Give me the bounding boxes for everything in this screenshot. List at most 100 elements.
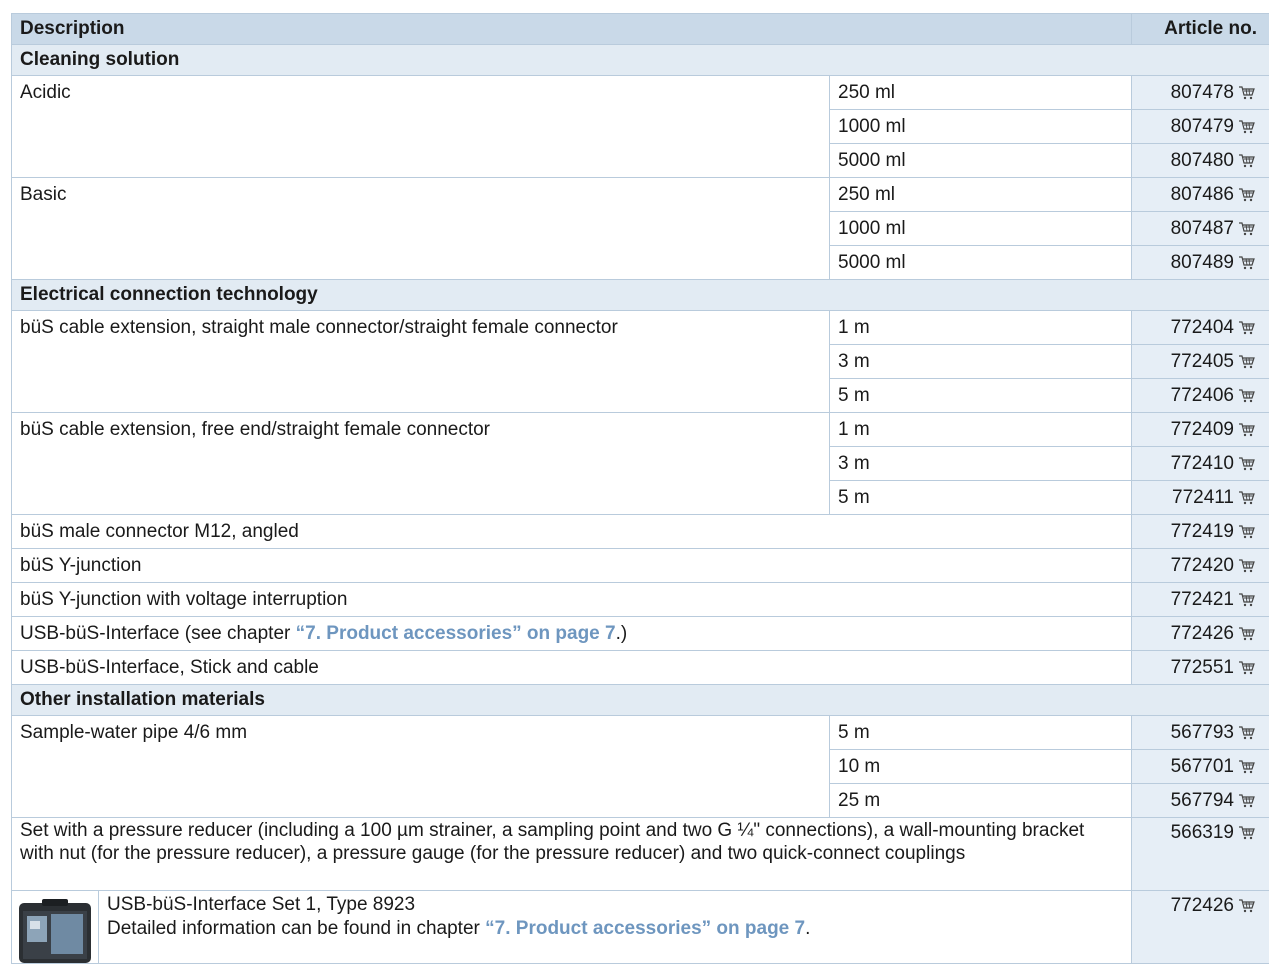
shopping-cart-icon[interactable] <box>1238 119 1255 134</box>
shopping-cart-icon[interactable] <box>1238 354 1255 369</box>
shopping-cart-icon[interactable] <box>1238 456 1255 471</box>
article-number[interactable]: 772404 <box>1171 317 1234 338</box>
section-header-row: Electrical connection technology <box>12 280 1269 311</box>
article-number[interactable]: 772551 <box>1171 657 1234 678</box>
article-number[interactable]: 772406 <box>1171 385 1234 406</box>
description-text: USB-büS-Interface (see chapter <box>20 623 296 644</box>
shopping-cart-icon[interactable] <box>1238 422 1255 437</box>
item-size: 1000 ml <box>830 110 1132 144</box>
set-row-content: USB-büS-Interface Set 1, Type 8923Detail… <box>12 891 1131 963</box>
shopping-cart-icon[interactable] <box>1238 793 1255 808</box>
chapter-link[interactable]: “7. Product accessories” on page 7 <box>296 623 616 644</box>
article-number[interactable]: 567793 <box>1171 722 1234 743</box>
item-size: 10 m <box>830 750 1132 784</box>
article-number-cell: 772406 <box>1132 379 1269 413</box>
shopping-cart-icon[interactable] <box>1238 558 1255 573</box>
article-number-cell: 566319 <box>1132 818 1269 891</box>
table-row: Basic250 ml807486 <box>12 178 1269 212</box>
shopping-cart-icon[interactable] <box>1238 524 1255 539</box>
article-number[interactable]: 807487 <box>1171 218 1234 239</box>
item-size: 3 m <box>830 345 1132 379</box>
description-text: .) <box>616 623 628 644</box>
article-number[interactable]: 566319 <box>1171 822 1234 843</box>
table-row: Acidic250 ml807478 <box>12 76 1269 110</box>
table-row: büS male connector M12, angled 772419 <box>12 515 1269 549</box>
article-number[interactable]: 567701 <box>1171 756 1234 777</box>
article-number[interactable]: 772411 <box>1172 487 1234 508</box>
item-description: büS Y-junction <box>12 549 1132 583</box>
shopping-cart-icon[interactable] <box>1238 153 1255 168</box>
article-number-cell: 772551 <box>1132 651 1269 685</box>
shopping-cart-icon[interactable] <box>1238 825 1255 840</box>
accessories-table: Description Article no. Cleaning solutio… <box>11 13 1269 964</box>
article-number[interactable]: 772426 <box>1171 623 1234 644</box>
article-number[interactable]: 772405 <box>1171 351 1234 372</box>
article-number[interactable]: 772409 <box>1171 419 1234 440</box>
item-size: 1 m <box>830 311 1132 345</box>
article-number[interactable]: 772420 <box>1171 555 1234 576</box>
article-number-cell: 807479 <box>1132 110 1269 144</box>
article-number[interactable]: 807489 <box>1171 252 1234 273</box>
header-description: Description <box>12 14 1132 45</box>
shopping-cart-icon[interactable] <box>1238 759 1255 774</box>
item-description: Basic <box>12 178 830 280</box>
shopping-cart-icon[interactable] <box>1238 187 1255 202</box>
header-article-no: Article no. <box>1132 14 1269 45</box>
section-header-row: Other installation materials <box>12 685 1269 716</box>
article-number-cell: 807489 <box>1132 246 1269 280</box>
shopping-cart-icon[interactable] <box>1238 626 1255 641</box>
table-row: Sample-water pipe 4/6 mm5 m567793 <box>12 716 1269 750</box>
item-size: 250 ml <box>830 178 1132 212</box>
article-number-cell: 807486 <box>1132 178 1269 212</box>
article-number[interactable]: 772410 <box>1171 453 1234 474</box>
shopping-cart-icon[interactable] <box>1238 221 1255 236</box>
shopping-cart-icon[interactable] <box>1238 320 1255 335</box>
item-size: 5 m <box>830 716 1132 750</box>
product-case-image <box>18 899 92 963</box>
article-number-cell: 807478 <box>1132 76 1269 110</box>
item-size: 5000 ml <box>830 144 1132 178</box>
shopping-cart-icon[interactable] <box>1238 660 1255 675</box>
item-description: büS Y-junction with voltage interruption <box>12 583 1132 617</box>
article-number[interactable]: 567794 <box>1171 790 1234 811</box>
article-number[interactable]: 807480 <box>1171 150 1234 171</box>
description-text: Detailed information can be found in cha… <box>107 918 485 939</box>
shopping-cart-icon[interactable] <box>1238 490 1255 505</box>
shopping-cart-icon[interactable] <box>1238 255 1255 270</box>
article-number[interactable]: 772421 <box>1171 589 1234 610</box>
article-number-cell: 772409 <box>1132 413 1269 447</box>
table-row: büS cable extension, free end/straight f… <box>12 413 1269 447</box>
shopping-cart-icon[interactable] <box>1238 725 1255 740</box>
chapter-link[interactable]: “7. Product accessories” on page 7 <box>485 918 805 939</box>
shopping-cart-icon[interactable] <box>1238 85 1255 100</box>
article-number[interactable]: 772426 <box>1171 895 1234 916</box>
article-number[interactable]: 807479 <box>1171 116 1234 137</box>
item-description: büS male connector M12, angled <box>12 515 1132 549</box>
item-size: 5 m <box>830 481 1132 515</box>
item-description: Set with a pressure reducer (including a… <box>12 818 1132 891</box>
article-number-cell: 772404 <box>1132 311 1269 345</box>
shopping-cart-icon[interactable] <box>1238 898 1255 913</box>
shopping-cart-icon[interactable] <box>1238 388 1255 403</box>
article-number[interactable]: 807478 <box>1171 82 1234 103</box>
section-title: Other installation materials <box>12 685 1269 716</box>
table-row: büS Y-junction 772420 <box>12 549 1269 583</box>
article-number-cell: 567794 <box>1132 784 1269 818</box>
table-row: USB-büS-Interface Set 1, Type 8923Detail… <box>12 891 1269 964</box>
article-number[interactable]: 807486 <box>1171 184 1234 205</box>
item-description: USB-büS-Interface, Stick and cable <box>12 651 1132 685</box>
article-number[interactable]: 772419 <box>1171 521 1234 542</box>
item-description: Acidic <box>12 76 830 178</box>
item-description: USB-büS-Interface (see chapter “7. Produ… <box>12 617 1132 651</box>
article-number-cell: 807487 <box>1132 212 1269 246</box>
accessories-table-wrapper: Description Article no. Cleaning solutio… <box>11 13 1269 964</box>
article-number-cell: 772405 <box>1132 345 1269 379</box>
item-size: 1 m <box>830 413 1132 447</box>
set-description: USB-büS-Interface Set 1, Type 8923Detail… <box>99 891 818 963</box>
section-title: Electrical connection technology <box>12 280 1269 311</box>
shopping-cart-icon[interactable] <box>1238 592 1255 607</box>
item-size: 3 m <box>830 447 1132 481</box>
table-row: büS Y-junction with voltage interruption… <box>12 583 1269 617</box>
table-row: Set with a pressure reducer (including a… <box>12 818 1269 891</box>
article-number-cell: 567701 <box>1132 750 1269 784</box>
